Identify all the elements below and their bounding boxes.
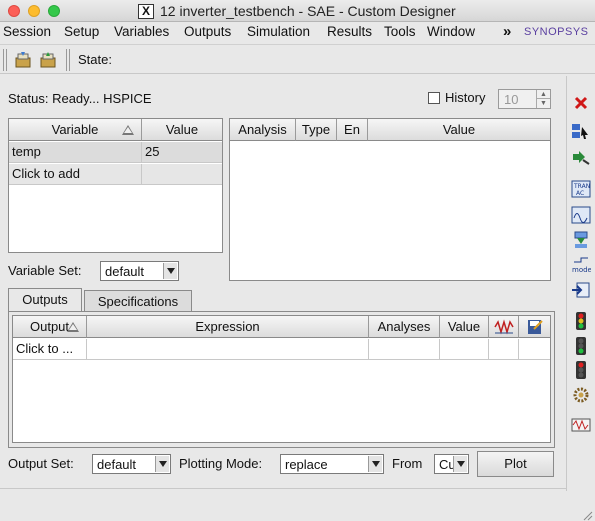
click-to-add-output[interactable]: Click to ... (13, 339, 87, 360)
menu-tools[interactable]: Tools (384, 24, 416, 39)
close-window-button[interactable] (8, 5, 20, 17)
run-icon[interactable] (571, 148, 591, 166)
analysis-table: Analysis Type En Value (229, 118, 551, 281)
menu-overflow-chevron[interactable]: » (503, 23, 511, 40)
x11-app-icon: X (138, 4, 154, 19)
menu-outputs[interactable]: Outputs (184, 24, 231, 39)
window-title: 12 inverter_testbench - SAE - Custom Des… (160, 3, 456, 19)
import-icon[interactable] (571, 281, 591, 299)
toolbar-separator (66, 49, 70, 71)
click-to-add-variable[interactable]: Click to add (9, 164, 142, 185)
status-text: Status: Ready... HSPICE (8, 91, 152, 106)
plotting-mode-label: Plotting Mode: (179, 456, 263, 471)
svg-text:model: model (572, 266, 591, 274)
select-icon[interactable] (571, 123, 591, 141)
menu-results[interactable]: Results (327, 24, 372, 39)
download-icon[interactable] (571, 231, 591, 249)
output-set-label: Output Set: (8, 456, 74, 471)
analysis-column-header[interactable]: Analysis (230, 119, 296, 141)
plot-toggle-cell[interactable] (489, 339, 519, 360)
traffic-light-icon[interactable] (571, 312, 591, 330)
save-icon[interactable] (519, 316, 550, 338)
output-set-select[interactable]: default (92, 454, 171, 474)
status-bar (0, 488, 566, 521)
output-value-column-header[interactable]: Value (440, 316, 489, 338)
right-toolbar: TRANAC model (566, 76, 595, 491)
traffic-light-green-icon[interactable] (571, 337, 591, 355)
sweep-icon[interactable] (571, 206, 591, 224)
menu-window[interactable]: Window (427, 24, 475, 39)
zoom-window-button[interactable] (48, 5, 60, 17)
wave-icon[interactable] (489, 316, 519, 338)
analyses-cell[interactable] (369, 339, 440, 360)
variables-table: Variable Value temp 25 Click to add (8, 118, 223, 253)
table-cell-variable[interactable]: temp (9, 142, 142, 163)
chevron-down-icon (368, 456, 382, 472)
history-label: History (445, 90, 486, 105)
minimize-window-button[interactable] (28, 5, 40, 17)
analyses-column-header[interactable]: Analyses (369, 316, 440, 338)
toolbar: State: (0, 44, 595, 74)
variable-column-header[interactable]: Variable (9, 119, 142, 141)
output-value-cell[interactable] (440, 339, 489, 360)
state-label: State: (78, 52, 112, 67)
plot-button[interactable]: Plot (477, 451, 554, 477)
model-icon[interactable]: model (571, 256, 594, 274)
from-select[interactable]: Cu (434, 454, 469, 474)
title-bar: X 12 inverter_testbench - SAE - Custom D… (0, 0, 595, 22)
spin-up-icon[interactable]: ▲ (536, 90, 550, 99)
variable-set-select[interactable]: default (100, 261, 179, 281)
menu-session[interactable]: Session (3, 24, 51, 39)
traffic-light-red-icon[interactable] (571, 361, 591, 379)
waveform-icon[interactable] (571, 416, 591, 434)
resize-grip-icon[interactable] (583, 509, 593, 521)
history-spinbox[interactable]: 10 ▲ ▼ (498, 89, 551, 109)
svg-text:AC: AC (576, 190, 584, 197)
open-state-icon[interactable] (13, 50, 33, 70)
spin-down-icon[interactable]: ▼ (536, 99, 550, 108)
table-cell-value[interactable]: 25 (142, 142, 222, 163)
chevron-down-icon (163, 263, 177, 279)
save-toggle-cell[interactable] (519, 339, 550, 360)
toolbar-grip[interactable] (3, 49, 7, 71)
sort-ascending-icon (122, 125, 134, 135)
menu-variables[interactable]: Variables (114, 24, 169, 39)
chevron-down-icon (155, 456, 169, 472)
menu-bar: Session Setup Variables Outputs Simulati… (0, 22, 595, 43)
history-checkbox[interactable] (428, 92, 440, 104)
expression-column-header[interactable]: Expression (87, 316, 369, 338)
plotting-mode-select[interactable]: replace (280, 454, 384, 474)
synopsys-logo: SYNOPSYS (524, 22, 589, 39)
outputs-tab-panel: Output Expression Analyses Value Click t… (8, 311, 555, 448)
from-label: From (392, 456, 423, 471)
tab-outputs[interactable]: Outputs (8, 288, 82, 312)
analysis-value-column-header[interactable]: Value (368, 119, 550, 141)
tab-specifications[interactable]: Specifications (84, 290, 192, 312)
output-column-header[interactable]: Output (13, 316, 87, 338)
gear-icon[interactable] (571, 386, 591, 404)
menu-simulation[interactable]: Simulation (247, 24, 310, 39)
tran-ac-icon[interactable]: TRAN AC (571, 180, 591, 198)
svg-text:TRAN: TRAN (573, 183, 590, 190)
table-cell-value-empty[interactable] (142, 164, 222, 185)
save-state-icon[interactable] (38, 50, 58, 70)
outputs-table: Output Expression Analyses Value Click t… (12, 315, 551, 443)
history-value: 10 (504, 92, 519, 107)
sort-ascending-icon (67, 322, 79, 332)
menu-setup[interactable]: Setup (64, 24, 99, 39)
chevron-down-icon (453, 456, 467, 472)
variable-set-label: Variable Set: (8, 263, 82, 278)
type-column-header[interactable]: Type (296, 119, 337, 141)
expression-cell[interactable] (87, 339, 369, 360)
close-icon[interactable] (571, 94, 591, 112)
value-column-header[interactable]: Value (142, 119, 222, 141)
enabled-column-header[interactable]: En (337, 119, 368, 141)
